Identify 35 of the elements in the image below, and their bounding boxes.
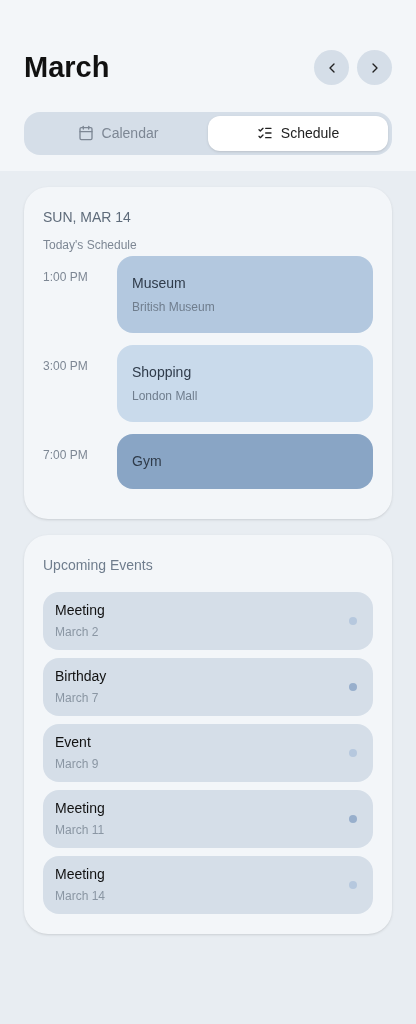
month-title: March: [24, 50, 110, 85]
upcoming-event[interactable]: Event March 9: [43, 723, 373, 782]
upcoming-event[interactable]: Meeting March 2: [43, 591, 373, 650]
event-title: Gym: [132, 451, 163, 471]
event-date: March 7: [55, 690, 100, 707]
event-title: Birthday: [55, 667, 107, 686]
event-date: March 14: [55, 888, 106, 905]
event-time: 7:00 PM: [43, 446, 89, 464]
event-time: 3:00 PM: [43, 357, 89, 375]
event-date: March 9: [55, 756, 99, 773]
checklist-icon: [256, 125, 273, 141]
event-card[interactable]: Museum British Museum: [117, 255, 373, 333]
calendar-icon: [77, 125, 94, 141]
event-title: Shopping: [132, 362, 193, 382]
event-title: Meeting: [55, 799, 105, 818]
event-title: Museum: [132, 273, 187, 293]
event-title: Meeting: [55, 865, 106, 884]
previous-button[interactable]: [314, 50, 349, 86]
event-date: March 11: [55, 822, 105, 839]
event-title: Event: [55, 733, 92, 752]
event-date: March 2: [55, 624, 100, 641]
upcoming-event[interactable]: Meeting March 11: [43, 789, 373, 848]
event-card[interactable]: Gym: [117, 433, 373, 489]
next-button[interactable]: [357, 50, 392, 86]
event-title: Meeting: [55, 601, 105, 620]
view-tab[interactable]: Schedule: [208, 115, 388, 151]
section-title: Upcoming Events: [43, 555, 154, 575]
upcoming-event[interactable]: Meeting March 14: [43, 855, 373, 914]
event-card[interactable]: Shopping London Mall: [117, 344, 373, 422]
event-time: 1:00 PM: [43, 268, 89, 286]
event-place: London Mall: [132, 387, 199, 405]
event-place: British Museum: [132, 298, 216, 316]
upcoming-event[interactable]: Birthday March 7: [43, 657, 373, 716]
date-heading: SUN, MAR 14: [43, 207, 132, 227]
schedule-subtitle: Today's Schedule: [43, 236, 138, 254]
